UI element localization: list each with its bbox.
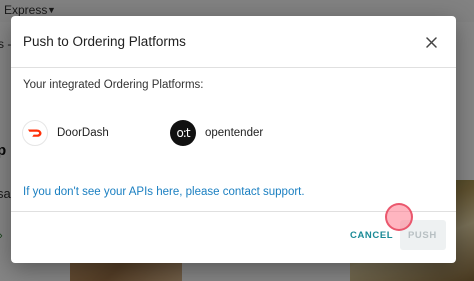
platform-item-doordash: DoorDash [22, 119, 109, 147]
platform-item-opentender: o:t opentender [170, 119, 263, 147]
platforms-subtitle: Your integrated Ordering Platforms: [23, 79, 204, 91]
contact-support-link[interactable]: If you don't see your APIs here, please … [23, 186, 305, 198]
opentender-logo: o:t [170, 120, 196, 146]
doordash-mark [28, 129, 42, 137]
click-indicator [385, 203, 413, 231]
close-icon [425, 36, 437, 48]
cancel-button[interactable]: CANCEL [350, 230, 393, 241]
push-button-label: PUSH [408, 230, 437, 241]
doordash-logo [22, 120, 48, 146]
dialog-title: Push to Ordering Platforms [23, 34, 186, 49]
dialog-header: Push to Ordering Platforms [11, 16, 456, 68]
platform-name: DoorDash [57, 127, 109, 139]
close-button[interactable] [419, 30, 443, 54]
platform-name: opentender [205, 127, 264, 139]
